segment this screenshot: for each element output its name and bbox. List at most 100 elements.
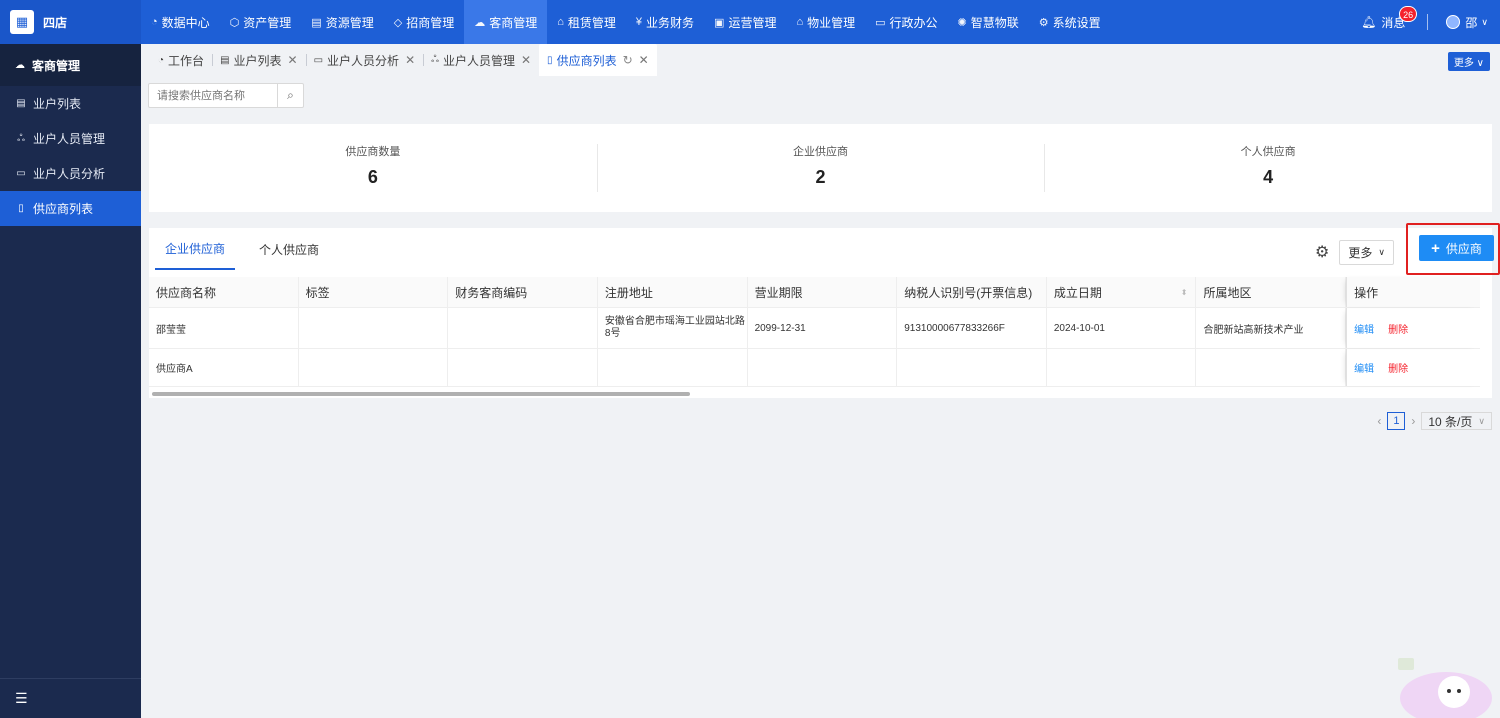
nav-item-resources[interactable]: ▤ 资源管理 (301, 0, 383, 44)
search-input[interactable] (149, 84, 277, 107)
close-icon[interactable]: ✕ (288, 53, 298, 67)
close-icon[interactable]: ✕ (405, 53, 415, 67)
users-icon: ☁ (15, 59, 25, 71)
delete-link[interactable]: 删除 (1388, 360, 1408, 375)
nav-item-iot[interactable]: ✺ 智慧物联 (948, 0, 1029, 44)
add-supplier-button[interactable]: + 供应商 (1419, 235, 1494, 261)
gear-icon: ⚙ (1038, 16, 1049, 29)
page-tabs: ◔ 工作台 ▤ 业户列表 ✕ ▭ 业户人员分析 ✕ ஃ 业户人员管理 ✕ ▯ 供应商列表 ↻ ✕ 更… (141, 44, 1500, 76)
mascot-image (1398, 658, 1492, 718)
nav-item-customers[interactable]: ☁ 客商管理 (464, 0, 548, 44)
monitor-icon: ▣ (714, 16, 725, 29)
refresh-icon[interactable]: ↻ (623, 53, 633, 67)
stat-label: 企业供应商 (793, 145, 848, 158)
dashboard-icon: ◔ (151, 16, 158, 28)
tab-enterprise-suppliers[interactable]: 企业供应商 (155, 228, 236, 270)
stat-label: 供应商数量 (345, 145, 401, 158)
column-header: 纳税人识别号(开票信息) (897, 277, 1047, 307)
sidebar-item-tenant-staff[interactable]: ஃ 业户人员管理 (0, 121, 141, 156)
tab-tenant-analysis[interactable]: ▭ 业户人员分析 ✕ (305, 44, 424, 76)
people-icon: ஃ (17, 132, 25, 144)
page-number[interactable]: 1 (1387, 412, 1406, 430)
nav-item-property[interactable]: ⌂ 物业管理 (786, 0, 865, 44)
users-icon: ☁ (474, 16, 486, 29)
close-icon[interactable]: ✕ (521, 53, 531, 67)
tab-label: 业户人员管理 (442, 53, 515, 68)
search-button[interactable]: ⌕ (277, 84, 303, 107)
avatar-icon (1446, 15, 1461, 29)
more-dropdown[interactable]: 更多 ∨ (1339, 239, 1394, 265)
cell-region (1196, 349, 1347, 386)
highlight-box: + 供应商 (1406, 223, 1500, 275)
people-icon: ஃ (431, 54, 439, 65)
column-header-sortable[interactable]: 成立日期 ⬍ (1047, 277, 1197, 307)
stats-card: 供应商数量 6 企业供应商 2 个人供应商 4 (149, 124, 1492, 212)
supplier-panel: 企业供应商 个人供应商 ⚙ 更多 ∨ + 供应商 供应商名称 标签 财务客商编码… (149, 223, 1500, 398)
prev-page-icon[interactable]: ‹ (1377, 414, 1381, 428)
cell-tax-id: 91310000677833266F (897, 308, 1047, 348)
tab-tenant-list[interactable]: ▤ 业户列表 ✕ (212, 44, 306, 76)
menu-collapse-icon: ☰ (15, 690, 28, 706)
building-icon: ▦ (10, 10, 34, 34)
tab-label: 业户人员分析 (327, 53, 400, 68)
cell-actions: 编辑 删除 (1346, 308, 1480, 348)
main-nav: ◔ 数据中心 ⬡ 资产管理 ▤ 资源管理 ◇ 招商管理 ☁ 客商管理 ⌂ 租赁管理 ¥ 业务财… (141, 0, 1111, 44)
edit-link[interactable]: 编辑 (1354, 360, 1374, 375)
stat-enterprise-suppliers: 企业供应商 2 (596, 124, 1045, 212)
tab-supplier-list[interactable]: ▯ 供应商列表 ↻ ✕ (539, 44, 657, 76)
close-icon[interactable]: ✕ (639, 53, 649, 67)
app-name: 四店 (43, 15, 68, 30)
iot-icon: ✺ (957, 16, 967, 29)
horizontal-scrollbar[interactable] (152, 392, 690, 396)
sort-icon[interactable]: ⬍ (1181, 288, 1188, 297)
tab-tenant-staff[interactable]: ஃ 业户人员管理 ✕ (423, 44, 539, 76)
divider (1427, 14, 1429, 30)
app-logo[interactable]: ▦ 四店 (0, 0, 141, 44)
dashboard-icon: ◔ (158, 54, 165, 66)
nav-item-operations[interactable]: ▣ 运营管理 (704, 0, 786, 44)
column-header: 营业期限 (748, 277, 898, 307)
file-icon: ▯ (18, 203, 24, 214)
cell-date (1047, 349, 1197, 386)
sidebar-item-tenant-list[interactable]: ▤ 业户列表 (0, 86, 141, 121)
nav-item-settings[interactable]: ⚙ 系统设置 (1029, 0, 1111, 44)
nav-item-data-center[interactable]: ◔ 数据中心 (141, 0, 220, 44)
more-label: 更多 (1348, 245, 1373, 260)
nav-item-leasing[interactable]: ⌂ 租赁管理 (547, 0, 626, 44)
messages-badge: 26 (1399, 5, 1418, 22)
edit-link[interactable]: 编辑 (1354, 321, 1374, 336)
tab-label: 业户列表 (233, 53, 282, 68)
pagination: ‹ 1 › 10 条/页 ∨ (1377, 412, 1492, 430)
stat-individual-suppliers: 个人供应商 4 (1044, 124, 1492, 212)
next-page-icon[interactable]: › (1411, 414, 1415, 428)
nav-label: 资产管理 (243, 15, 292, 30)
sidebar-item-supplier-list[interactable]: ▯ 供应商列表 (0, 191, 141, 226)
table-row: 邵莹莹 安徽省合肥市瑶海工业园站北路8号 2099-12-31 91310000… (149, 308, 1480, 349)
home-icon: ⌂ (557, 16, 564, 28)
cell-name: 供应商A (149, 349, 299, 386)
nav-item-investment[interactable]: ◇ 招商管理 (384, 0, 464, 44)
user-menu[interactable]: 邵 ∨ (1446, 14, 1488, 31)
messages-button[interactable]: 🔔︎ 消息 26 (1361, 5, 1418, 31)
house-icon: ⌂ (796, 16, 804, 28)
chevron-down-icon: ∨ (1478, 415, 1485, 426)
nav-item-assets[interactable]: ⬡ 资产管理 (220, 0, 302, 44)
tabs-more-label: 更多 (1453, 58, 1474, 69)
tab-individual-suppliers[interactable]: 个人供应商 (249, 228, 329, 270)
collapse-sidebar-button[interactable]: ☰ (0, 678, 141, 718)
tab-workbench[interactable]: ◔ 工作台 (150, 44, 212, 76)
tabs-more-button[interactable]: 更多 ∨ (1447, 52, 1490, 71)
sidebar-item-tenant-analysis[interactable]: ▭ 业户人员分析 (0, 156, 141, 191)
column-label: 成立日期 (1053, 285, 1102, 300)
stat-value: 6 (367, 166, 378, 187)
gear-icon[interactable]: ⚙ (1315, 242, 1329, 262)
stat-supplier-count: 供应商数量 6 (149, 124, 597, 212)
nav-label: 行政办公 (889, 15, 938, 30)
nav-item-finance[interactable]: ¥ 业务财务 (626, 0, 704, 44)
nav-label: 业务财务 (646, 15, 695, 30)
cube-icon: ⬡ (229, 16, 240, 29)
stat-value: 4 (1263, 166, 1274, 187)
page-size-select[interactable]: 10 条/页 ∨ (1421, 412, 1492, 430)
delete-link[interactable]: 删除 (1388, 321, 1408, 336)
nav-item-office[interactable]: ▭ 行政办公 (865, 0, 947, 44)
